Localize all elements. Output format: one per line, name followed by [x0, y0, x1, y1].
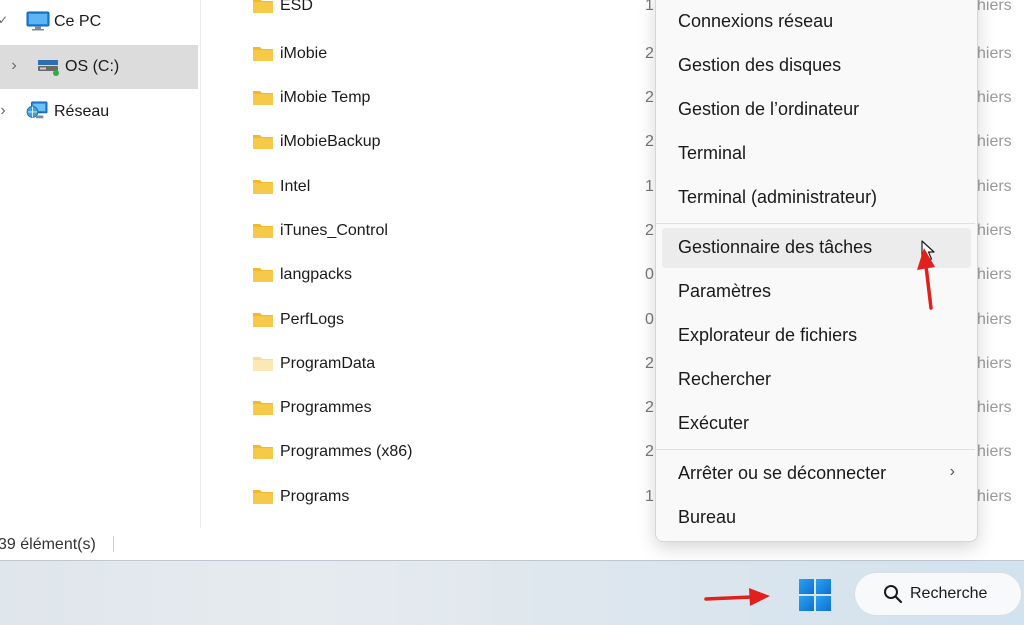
- file-name: iMobie Temp: [280, 89, 371, 106]
- menu-item-label: Gestion des disques: [678, 55, 842, 75]
- nav-item-label: Réseau: [54, 103, 110, 120]
- nav-item-label: Ce PC: [54, 13, 102, 30]
- menu-item-label: Exécuter: [678, 413, 750, 433]
- file-date: 1: [645, 0, 654, 14]
- file-date: 2: [645, 133, 654, 150]
- file-date: 2: [645, 89, 654, 106]
- menu-separator: [656, 223, 975, 224]
- folder-icon: [253, 135, 273, 149]
- nav-item-label: OS (C:): [65, 58, 120, 75]
- menu-item-gestion-disques[interactable]: Gestion des disques: [662, 46, 971, 86]
- folder-icon: [253, 224, 273, 238]
- file-date: 0: [645, 266, 654, 283]
- menu-item-label: Bureau: [678, 507, 737, 527]
- file-name: iMobieBackup: [280, 133, 381, 150]
- file-type: hiers: [977, 89, 1012, 106]
- monitor-icon: [26, 11, 50, 31]
- item-count: 39 élément(s): [0, 536, 96, 553]
- file-date: 2: [645, 222, 654, 239]
- folder-icon: [253, 180, 273, 194]
- menu-item-label: Gestion de l’ordinateur: [678, 99, 860, 119]
- file-type: hiers: [977, 0, 1012, 14]
- menu-item-terminal-admin[interactable]: Terminal (administrateur): [662, 178, 971, 218]
- nav-item-ce-pc[interactable]: ✓ Ce PC: [0, 0, 198, 44]
- taskbar: Recherche: [0, 560, 1024, 625]
- file-type: hiers: [977, 222, 1012, 239]
- file-name: Programs: [280, 488, 350, 505]
- menu-item-label: Gestionnaire des tâches: [678, 237, 873, 257]
- file-name: ESD: [280, 0, 313, 14]
- menu-item-executer[interactable]: Exécuter: [662, 404, 971, 444]
- menu-item-label: Arrêter ou se déconnecter: [678, 463, 887, 483]
- drive-icon: [38, 60, 59, 76]
- file-date: 0: [645, 311, 654, 328]
- menu-item-label: Terminal (administrateur): [678, 187, 878, 207]
- file-type: hiers: [977, 266, 1012, 283]
- file-date: 2: [645, 399, 654, 416]
- menu-separator: [656, 449, 975, 450]
- menu-item-bureau[interactable]: Bureau: [662, 498, 971, 538]
- navigation-pane: ✓ Ce PC › OS (C:) › Réseau: [0, 0, 201, 528]
- file-type: hiers: [977, 355, 1012, 372]
- menu-item-label: Explorateur de fichiers: [678, 325, 858, 345]
- file-date: 2: [645, 443, 654, 460]
- menu-item-label: Paramètres: [678, 281, 772, 301]
- folder-icon: [253, 91, 273, 105]
- chevron-right-icon: ›: [949, 463, 955, 480]
- file-type: hiers: [977, 45, 1012, 62]
- file-name: PerfLogs: [280, 311, 345, 328]
- menu-item-connexions-reseau[interactable]: Connexions réseau: [662, 2, 971, 42]
- file-date: 2: [645, 355, 654, 372]
- file-type: hiers: [977, 443, 1012, 460]
- file-name: ProgramData: [280, 355, 376, 372]
- folder-icon: [253, 490, 273, 504]
- search-label: Recherche: [910, 585, 988, 602]
- folder-icon: [253, 47, 273, 61]
- folder-icon: [253, 313, 273, 327]
- nav-item-reseau[interactable]: › Réseau: [0, 90, 198, 134]
- menu-item-terminal[interactable]: Terminal: [662, 134, 971, 174]
- menu-item-label: Connexions réseau: [678, 11, 834, 31]
- network-icon: [26, 101, 48, 119]
- file-name: Programmes (x86): [280, 443, 413, 460]
- folder-icon: [253, 357, 273, 371]
- file-date: 1: [645, 488, 654, 505]
- folder-icon: [253, 401, 273, 415]
- chevron-right-icon[interactable]: ›: [0, 102, 10, 120]
- file-name: langpacks: [280, 266, 353, 283]
- file-name: Programmes: [280, 399, 372, 416]
- folder-icon: [253, 0, 273, 13]
- menu-item-gestion-ordinateur[interactable]: Gestion de l’ordinateur: [662, 90, 971, 130]
- search-icon: [884, 585, 903, 604]
- file-name: iTunes_Control: [280, 222, 388, 239]
- menu-item-explorateur-fichiers[interactable]: Explorateur de fichiers: [662, 316, 971, 356]
- file-date: 2: [645, 45, 654, 62]
- nav-item-os-c[interactable]: › OS (C:): [0, 45, 198, 89]
- folder-icon: [253, 445, 273, 459]
- folder-icon: [253, 268, 273, 282]
- annotation-arrow-right-icon: [704, 588, 770, 606]
- file-date: 1: [645, 178, 654, 195]
- expand-chevron-icon[interactable]: ✓: [0, 13, 10, 27]
- menu-item-rechercher[interactable]: Rechercher: [662, 360, 971, 400]
- annotation-arrow-up-icon: [917, 248, 935, 310]
- taskbar-search-box[interactable]: Recherche: [855, 573, 1021, 615]
- menu-item-label: Rechercher: [678, 369, 772, 389]
- file-type: hiers: [977, 178, 1012, 195]
- file-type: hiers: [977, 311, 1012, 328]
- windows-logo-icon[interactable]: [798, 578, 832, 612]
- file-name: Intel: [280, 178, 311, 195]
- file-name: iMobie: [280, 45, 328, 62]
- chevron-right-icon[interactable]: ›: [7, 57, 21, 75]
- file-type: hiers: [977, 133, 1012, 150]
- status-divider: [113, 536, 114, 552]
- file-type: hiers: [977, 399, 1012, 416]
- file-type: hiers: [977, 488, 1012, 505]
- menu-item-arreter-deconnecter[interactable]: Arrêter ou se déconnecter ›: [662, 454, 971, 494]
- menu-item-label: Terminal: [678, 143, 747, 163]
